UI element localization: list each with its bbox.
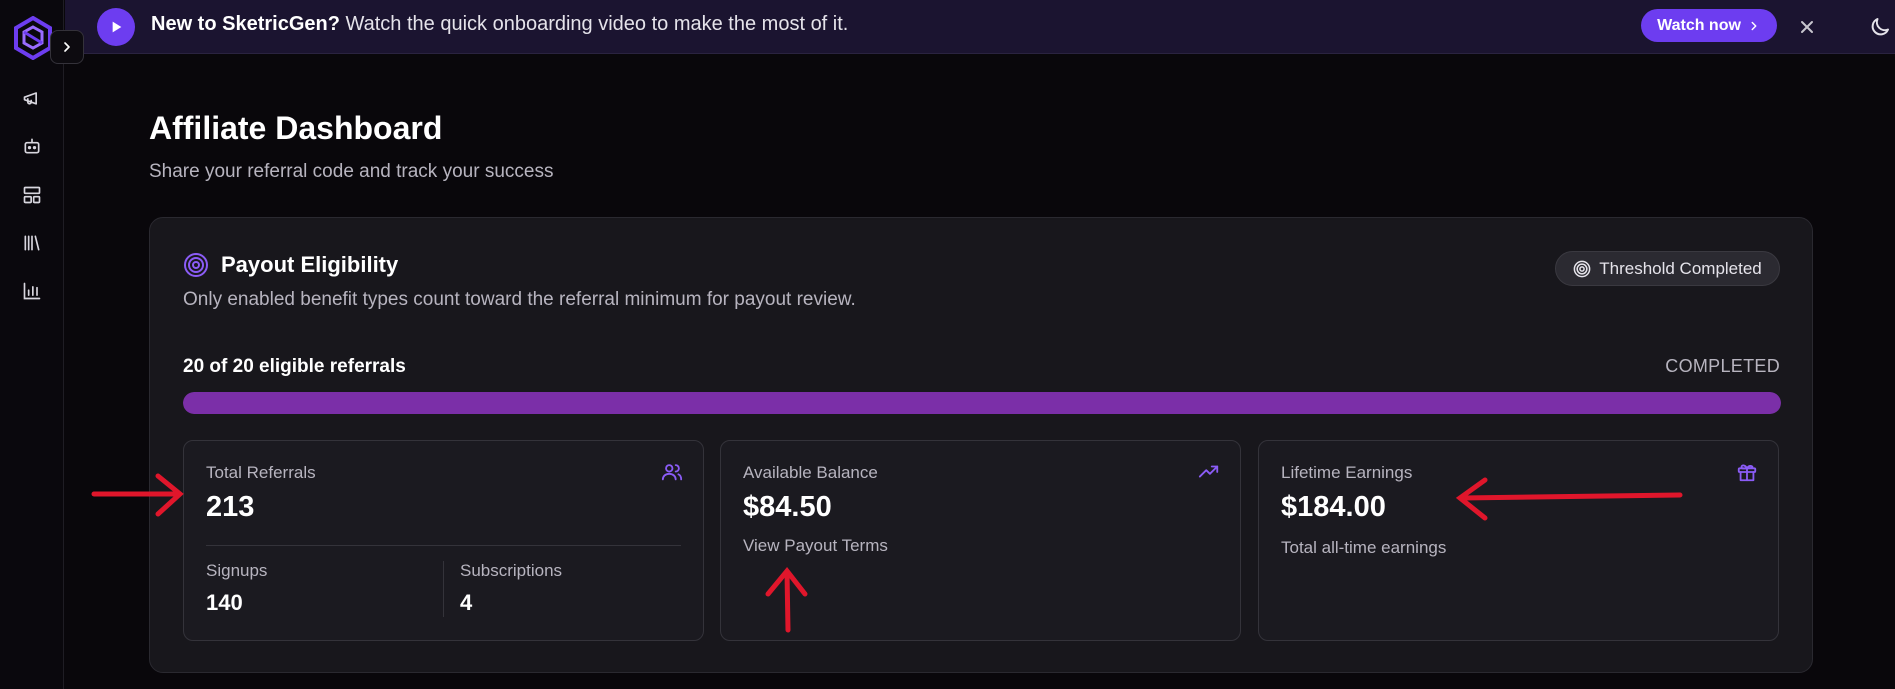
banner-message: Watch the quick onboarding video to make… [339, 13, 849, 35]
banner-bold: New to SketricGen? [151, 13, 340, 35]
onboarding-banner: New to SketricGen? Watch the quick onboa… [65, 0, 1895, 54]
view-payout-terms-link[interactable]: View Payout Terms [743, 536, 888, 556]
total-referrals-card: Total Referrals 213 Signups 140 Subscrip… [183, 440, 704, 641]
subscriptions-stat: Subscriptions 4 [460, 561, 562, 616]
available-balance-card: Available Balance $84.50 View Payout Ter… [720, 440, 1241, 641]
payout-eligibility-card: Payout Eligibility Only enabled benefit … [149, 217, 1813, 673]
progress-bar [183, 392, 1781, 414]
chevron-right-icon [64, 42, 70, 52]
subscriptions-value: 4 [460, 590, 473, 615]
users-icon [661, 461, 683, 483]
signups-value: 140 [206, 590, 243, 615]
progress-fill [183, 392, 1781, 414]
close-icon[interactable] [1795, 15, 1819, 39]
play-button[interactable] [97, 8, 135, 46]
watch-now-label: Watch now [1657, 16, 1741, 34]
threshold-badge: Threshold Completed [1555, 251, 1780, 286]
available-balance-value: $84.50 [743, 491, 832, 523]
moon-icon[interactable] [1868, 15, 1892, 39]
divider [206, 545, 681, 546]
target-icon [183, 252, 209, 278]
target-icon [1573, 260, 1591, 277]
lifetime-earnings-card: Lifetime Earnings $184.00 Total all-time… [1258, 440, 1779, 641]
progress-label: 20 of 20 eligible referrals [183, 356, 406, 377]
megaphone-icon[interactable] [20, 86, 44, 110]
gift-icon [1736, 461, 1758, 483]
bar-chart-icon[interactable] [20, 279, 44, 303]
total-referrals-label: Total Referrals [206, 463, 316, 482]
play-icon [112, 21, 122, 33]
library-icon[interactable] [20, 231, 44, 255]
subscriptions-label: Subscriptions [460, 561, 563, 580]
layout-icon[interactable] [20, 183, 44, 207]
sidebar-expand-button[interactable] [50, 30, 84, 64]
payout-eligibility-title: Payout Eligibility [221, 252, 399, 277]
trending-up-icon [1198, 461, 1220, 483]
lifetime-earnings-label: Lifetime Earnings [1281, 463, 1413, 482]
signups-label: Signups [206, 561, 268, 580]
logo[interactable] [14, 15, 52, 61]
sidebar [0, 0, 64, 689]
page-title: Affiliate Dashboard [149, 110, 443, 146]
lifetime-earnings-note: Total all-time earnings [1281, 538, 1447, 557]
lifetime-earnings-value: $184.00 [1281, 491, 1386, 523]
total-referrals-value: 213 [206, 491, 255, 523]
page-subtitle: Share your referral code and track your … [149, 161, 554, 182]
watch-now-button[interactable]: Watch now [1641, 9, 1777, 42]
signups-stat: Signups 140 [206, 561, 267, 616]
bot-icon[interactable] [20, 134, 44, 158]
payout-eligibility-description: Only enabled benefit types count toward … [183, 289, 856, 310]
divider [443, 561, 444, 617]
banner-text: New to SketricGen? Watch the quick onboa… [151, 13, 848, 36]
threshold-badge-label: Threshold Completed [1599, 258, 1762, 278]
progress-status: COMPLETED [1665, 356, 1780, 376]
chevron-right-icon [1751, 21, 1757, 30]
available-balance-label: Available Balance [743, 463, 878, 482]
